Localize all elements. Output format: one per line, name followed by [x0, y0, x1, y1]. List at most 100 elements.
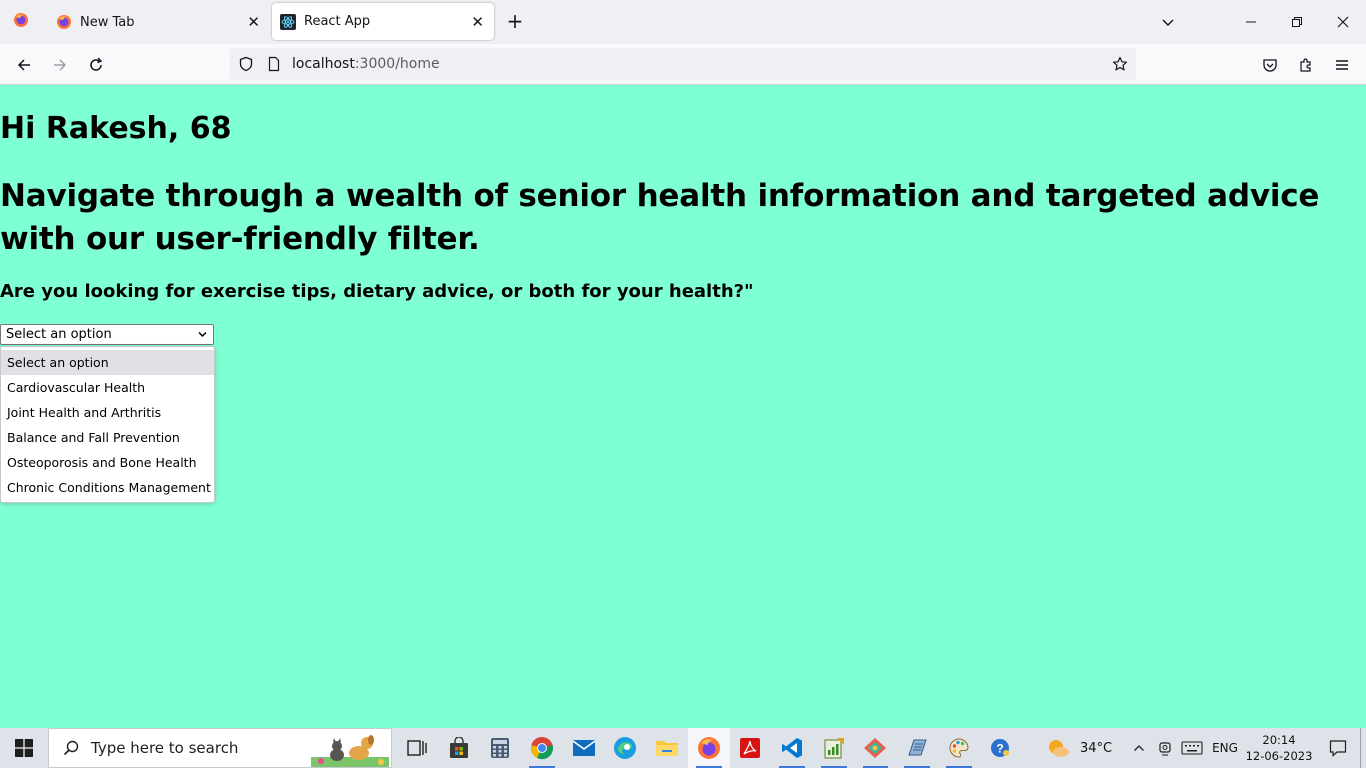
touch-keyboard-button[interactable]: [1176, 728, 1208, 768]
hamburger-menu-icon: [1336, 60, 1348, 70]
reload-icon: [90, 57, 103, 71]
reload-button[interactable]: [83, 52, 109, 78]
taskbar-file-explorer-app[interactable]: [646, 728, 688, 768]
shield-icon[interactable]: [238, 56, 254, 72]
new-tab-button[interactable]: +: [504, 10, 526, 32]
close-window-button[interactable]: [1320, 0, 1366, 44]
clock-time: 20:14: [1262, 733, 1296, 747]
tab-new-tab[interactable]: New Tab ✕: [44, 0, 270, 44]
notification-center-button[interactable]: [1316, 728, 1360, 768]
page-icon[interactable]: [266, 56, 282, 72]
task-view-icon: [407, 740, 427, 756]
chevron-up-icon: [1134, 745, 1144, 751]
taskbar-git-app[interactable]: [855, 728, 897, 768]
firefox-icon: [697, 737, 720, 759]
firefox-icon: [56, 14, 72, 30]
task-view-button[interactable]: [396, 728, 438, 768]
taskbar-store-app[interactable]: [438, 728, 480, 768]
tab-strip: New Tab ✕ React App ✕ +: [0, 0, 1366, 44]
taskbar-chrome-app[interactable]: [521, 728, 563, 768]
tab-title: New Tab: [80, 14, 135, 30]
gitkraken-icon: [864, 738, 887, 758]
restore-button[interactable]: [1274, 0, 1320, 44]
weather-temperature[interactable]: 34°C: [1072, 728, 1116, 768]
puzzle-icon: [1300, 58, 1311, 72]
url-text[interactable]: localhost:3000/home: [292, 56, 440, 72]
folder-icon: [655, 741, 678, 756]
select-option[interactable]: Balance and Fall Prevention: [1, 425, 214, 450]
taskbar-mail-app[interactable]: [563, 728, 605, 768]
taskbar-firefox-app[interactable]: [687, 728, 730, 768]
weather-sun-cloud-icon: [1049, 740, 1069, 757]
notification-icon: [1329, 740, 1347, 757]
start-button[interactable]: [0, 728, 48, 768]
list-all-tabs-button[interactable]: [1158, 12, 1178, 32]
select-option[interactable]: Cardiovascular Health: [1, 375, 214, 400]
calculator-icon: [491, 738, 510, 758]
search-icon: [63, 740, 79, 756]
taskbar-search-box[interactable]: Type here to search: [48, 728, 392, 768]
select-option[interactable]: Joint Health and Arthritis: [1, 400, 214, 425]
page-headline: Navigate through a wealth of senior heal…: [0, 178, 1320, 257]
taskbar-paint-app[interactable]: [938, 728, 980, 768]
select-value: Select an option: [6, 327, 112, 342]
meet-now-button[interactable]: [1154, 728, 1176, 768]
firefox-icon: [13, 12, 29, 32]
tab-title: React App: [304, 14, 371, 29]
select-dropdown-list: Select an option Cardiovascular Health J…: [0, 346, 215, 503]
forward-button[interactable]: [47, 52, 73, 78]
store-bag-icon: [449, 737, 468, 758]
page-content: Hi Rakesh, 68 Navigate through a wealth …: [0, 85, 1366, 728]
filter-question: Are you looking for exercise tips, dieta…: [0, 281, 754, 302]
mail-icon: [572, 740, 596, 756]
health-topic-select[interactable]: Select an option: [0, 324, 214, 345]
select-option[interactable]: Osteoporosis and Bone Health: [1, 450, 214, 475]
react-icon: [280, 13, 296, 30]
input-language-indicator[interactable]: ENG: [1208, 728, 1242, 768]
vscode-icon: [782, 738, 803, 758]
taskbar-help-app[interactable]: ?: [980, 728, 1022, 768]
bookmark-star-icon[interactable]: [1112, 56, 1128, 72]
chrome-icon: [530, 737, 553, 760]
clock-date: 12-06-2023: [1245, 749, 1313, 763]
forward-arrow-icon: [54, 59, 67, 71]
pocket-icon: [1263, 59, 1277, 72]
paint-palette-icon: [949, 738, 969, 758]
search-highlight-illustration: [311, 731, 389, 768]
weather-widget[interactable]: [1044, 728, 1072, 768]
pocket-button[interactable]: [1257, 52, 1283, 78]
taskbar-edge-app[interactable]: [604, 728, 646, 768]
taskbar-acrobat-app[interactable]: [730, 728, 772, 768]
menu-button[interactable]: [1329, 52, 1355, 78]
taskbar-chart-app[interactable]: [813, 728, 855, 768]
firefox-view-button[interactable]: [0, 0, 42, 44]
minimize-button[interactable]: [1228, 0, 1274, 44]
spreadsheet-chart-icon: [824, 738, 844, 759]
windows-taskbar: Type here to search ? 34°C ENG 20:14 12-…: [0, 728, 1366, 768]
back-arrow-icon: [17, 59, 30, 71]
help-icon: ?: [991, 739, 1010, 757]
select-option[interactable]: Chronic Conditions Management: [1, 475, 214, 500]
show-hidden-icons-button[interactable]: [1124, 728, 1154, 768]
taskbar-clock[interactable]: 20:14 12-06-2023: [1242, 728, 1316, 768]
webcam-icon: [1159, 742, 1171, 756]
edge-icon: [614, 737, 637, 759]
show-desktop-button[interactable]: [1360, 728, 1366, 768]
close-tab-icon[interactable]: ✕: [471, 13, 484, 31]
taskbar-vscode-app[interactable]: [771, 728, 813, 768]
greeting-heading: Hi Rakesh, 68: [0, 111, 232, 146]
chevron-down-icon: [1162, 19, 1174, 26]
svg-text:?: ?: [997, 742, 1004, 756]
extensions-button[interactable]: [1293, 52, 1319, 78]
select-option[interactable]: Select an option: [1, 350, 214, 375]
acrobat-icon: [740, 738, 761, 758]
tab-react-app[interactable]: React App ✕: [272, 3, 494, 40]
taskbar-calculator-app[interactable]: [479, 728, 521, 768]
back-button[interactable]: [11, 52, 37, 78]
search-placeholder: Type here to search: [91, 739, 239, 757]
taskbar-notepad-app[interactable]: [896, 728, 938, 768]
notepad-icon: [908, 739, 927, 756]
close-tab-icon[interactable]: ✕: [247, 13, 260, 31]
keyboard-icon: [1181, 741, 1203, 755]
address-bar[interactable]: localhost:3000/home: [230, 48, 1136, 80]
